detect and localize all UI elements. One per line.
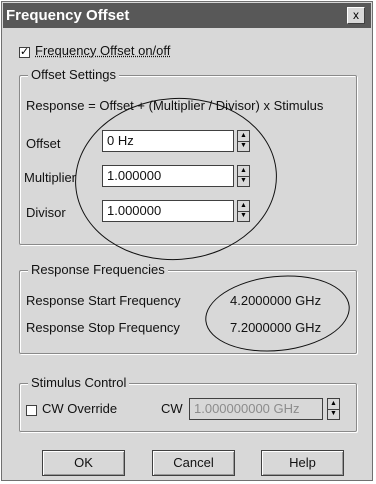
help-button[interactable]: Help (261, 450, 344, 476)
title-bar[interactable]: Frequency Offset x (3, 3, 371, 28)
response-stop-value: 7.2000000 GHz (230, 320, 322, 335)
spin-down-icon[interactable]: ▼ (328, 409, 339, 419)
divisor-spinner[interactable]: ▲ ▼ (237, 200, 250, 222)
stimulus-control-title: Stimulus Control (28, 375, 130, 390)
response-stop-label: Response Stop Frequency (26, 320, 180, 335)
cw-label: CW (161, 401, 183, 416)
offset-label: Offset (26, 136, 61, 151)
spin-down-icon[interactable]: ▼ (238, 211, 249, 221)
multiplier-label: Multiplier (24, 170, 77, 185)
ok-button[interactable]: OK (42, 450, 125, 476)
response-frequencies-group: Response Frequencies (19, 262, 357, 354)
close-button[interactable]: x (347, 7, 365, 24)
formula-text: Response = Offset + (Multiplier / Diviso… (26, 98, 324, 113)
dialog-title: Frequency Offset (6, 7, 130, 24)
cw-spinner[interactable]: ▲ ▼ (327, 398, 340, 420)
frequency-offset-dialog: Frequency Offset x ✓ Frequency Offset on… (1, 1, 373, 481)
offset-settings-title: Offset Settings (28, 67, 120, 82)
response-frequencies-title: Response Frequencies (28, 262, 168, 277)
cw-override-label[interactable]: CW Override (42, 401, 117, 416)
spin-down-icon[interactable]: ▼ (238, 141, 249, 151)
frequency-offset-checkbox[interactable]: ✓ (19, 47, 30, 58)
multiplier-input[interactable]: 1.000000 (102, 165, 234, 187)
cw-frequency-input[interactable]: 1.000000000 GHz (189, 398, 323, 420)
divisor-input[interactable]: 1.000000 (102, 200, 234, 222)
offset-input[interactable]: 0 Hz (102, 130, 234, 152)
offset-spinner[interactable]: ▲ ▼ (237, 130, 250, 152)
cancel-button[interactable]: Cancel (152, 450, 235, 476)
close-icon: x (353, 8, 359, 22)
spin-down-icon[interactable]: ▼ (238, 176, 249, 186)
response-start-value: 4.2000000 GHz (230, 293, 322, 308)
multiplier-spinner[interactable]: ▲ ▼ (237, 165, 250, 187)
frequency-offset-label[interactable]: Frequency Offset on/off (35, 43, 170, 58)
response-start-label: Response Start Frequency (26, 293, 181, 308)
checkmark-icon: ✓ (20, 46, 30, 58)
cw-override-checkbox[interactable] (26, 405, 37, 416)
divisor-label: Divisor (26, 205, 66, 220)
